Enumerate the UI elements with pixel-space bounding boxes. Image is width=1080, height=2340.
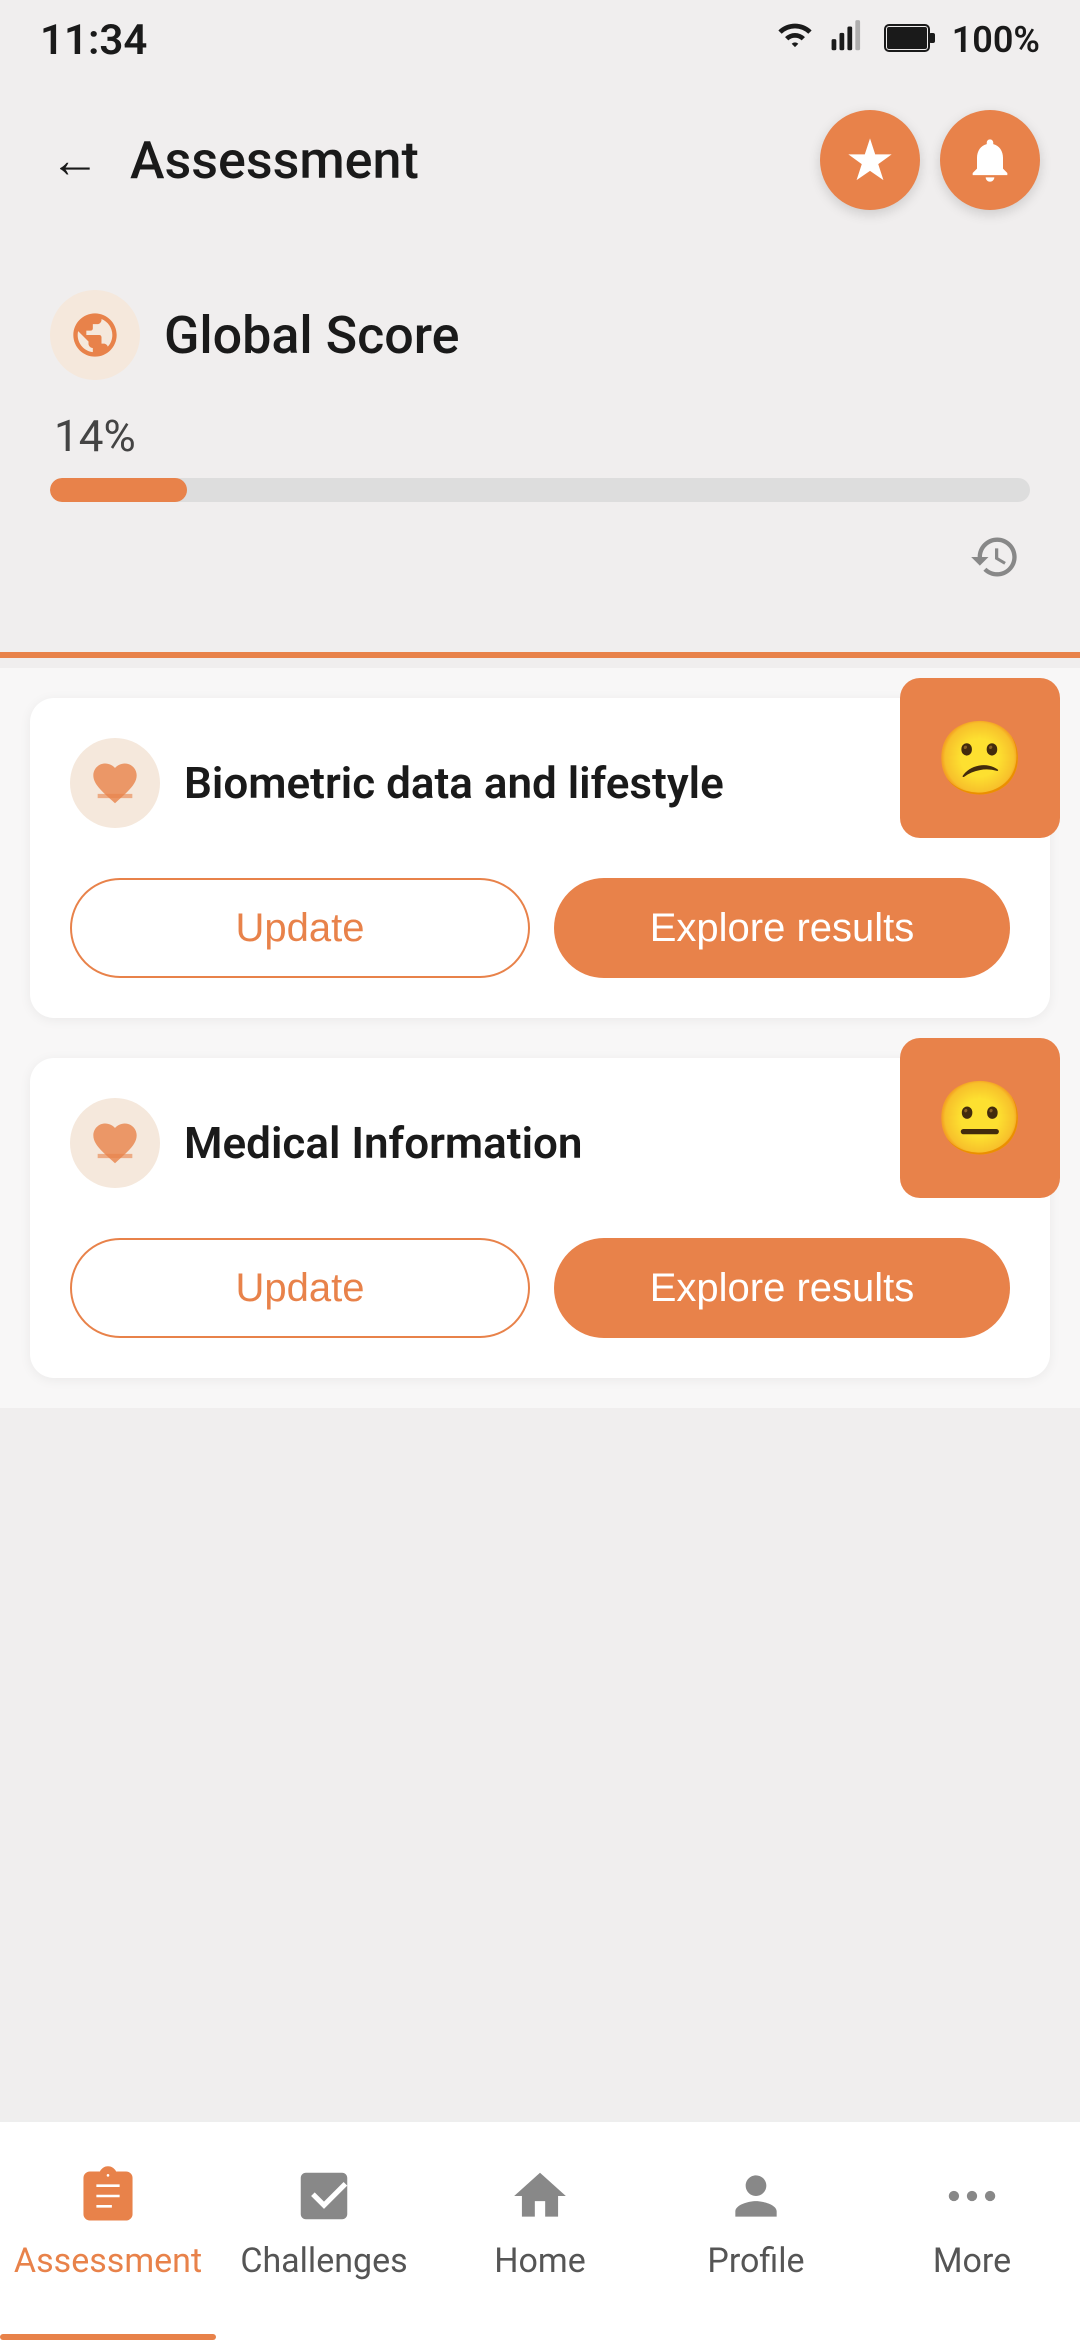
wifi-icon (776, 17, 814, 64)
main-content: Global Score 14% (0, 240, 1080, 642)
bottom-nav: Assessment Challenges Home Profile (0, 2120, 1080, 2340)
history-icon (969, 531, 1021, 583)
biometric-update-button[interactable]: Update (70, 878, 530, 978)
medical-emoji: 😐 (935, 1076, 1025, 1161)
status-icons: 100% (776, 17, 1040, 64)
nav-item-assessment[interactable]: Assessment (0, 2161, 216, 2281)
score-percent: 14% (54, 410, 1030, 462)
medical-emoji-badge: 😐 (900, 1038, 1060, 1198)
notification-button[interactable] (940, 110, 1040, 210)
medical-heart-icon (89, 1117, 141, 1169)
biometric-icon-wrap (70, 738, 160, 828)
badge-icon (844, 134, 896, 186)
medical-update-button[interactable]: Update (70, 1238, 530, 1338)
badge-button[interactable] (820, 110, 920, 210)
more-nav-label: More (933, 2241, 1011, 2281)
medical-card: Medical Information 😐 Update Explore res… (30, 1058, 1050, 1378)
progress-bar-fill (50, 478, 187, 502)
status-time: 11:34 (40, 16, 147, 65)
medical-card-top: Medical Information 😐 (70, 1098, 1010, 1188)
signal-icon (830, 17, 868, 64)
biometric-card-buttons: Update Explore results (70, 878, 1010, 978)
bell-icon (964, 134, 1016, 186)
global-score-card: Global Score 14% (40, 260, 1040, 622)
card-top: Biometric data and lifestyle 😕 (70, 738, 1010, 828)
nav-item-home[interactable]: Home (432, 2161, 648, 2281)
card-info: Biometric data and lifestyle (70, 738, 724, 828)
globe-icon (69, 309, 121, 361)
battery-percent: 100% (952, 19, 1040, 61)
app-header: ← Assessment (0, 80, 1080, 240)
cards-area: Biometric data and lifestyle 😕 Update Ex… (0, 668, 1080, 1408)
biometric-card: Biometric data and lifestyle 😕 Update Ex… (30, 698, 1050, 1018)
more-nav-icon (937, 2161, 1007, 2231)
nav-item-more[interactable]: More (864, 2161, 1080, 2281)
profile-nav-label: Profile (707, 2241, 804, 2281)
battery-icon (884, 19, 936, 61)
global-score-title: Global Score (164, 305, 460, 366)
challenges-nav-icon (289, 2161, 359, 2231)
biometric-emoji-badge: 😕 (900, 678, 1060, 838)
heart-hand-icon (89, 757, 141, 809)
profile-nav-icon (721, 2161, 791, 2231)
medical-card-buttons: Update Explore results (70, 1238, 1010, 1338)
medical-icon-wrap (70, 1098, 160, 1188)
home-icon (509, 2165, 571, 2227)
assessment-nav-icon (73, 2161, 143, 2231)
globe-icon-wrap (50, 290, 140, 380)
biometric-explore-button[interactable]: Explore results (554, 878, 1010, 978)
nav-item-profile[interactable]: Profile (648, 2161, 864, 2281)
status-bar: 11:34 100% (0, 0, 1080, 80)
progress-bar (50, 478, 1030, 502)
header-actions (820, 110, 1040, 210)
assessment-nav-label: Assessment (14, 2241, 202, 2281)
global-score-header: Global Score (50, 290, 1030, 380)
orange-divider (0, 652, 1080, 658)
page-title: Assessment (130, 130, 419, 191)
clipboard-icon (77, 2165, 139, 2227)
nav-item-challenges[interactable]: Challenges (216, 2161, 432, 2281)
home-nav-label: Home (494, 2241, 586, 2281)
medical-card-info: Medical Information (70, 1098, 582, 1188)
more-icon (941, 2165, 1003, 2227)
profile-icon (725, 2165, 787, 2227)
challenges-nav-label: Challenges (240, 2241, 407, 2281)
challenges-icon (293, 2165, 355, 2227)
back-button[interactable]: ← (40, 125, 110, 195)
back-arrow-icon: ← (50, 131, 100, 190)
home-nav-icon (505, 2161, 575, 2231)
history-button-wrap (50, 522, 1030, 592)
medical-card-title: Medical Information (184, 1117, 582, 1170)
biometric-card-title: Biometric data and lifestyle (184, 757, 724, 810)
nav-active-indicator (0, 2334, 216, 2340)
history-button[interactable] (960, 522, 1030, 592)
biometric-emoji: 😕 (935, 716, 1025, 801)
medical-explore-button[interactable]: Explore results (554, 1238, 1010, 1338)
